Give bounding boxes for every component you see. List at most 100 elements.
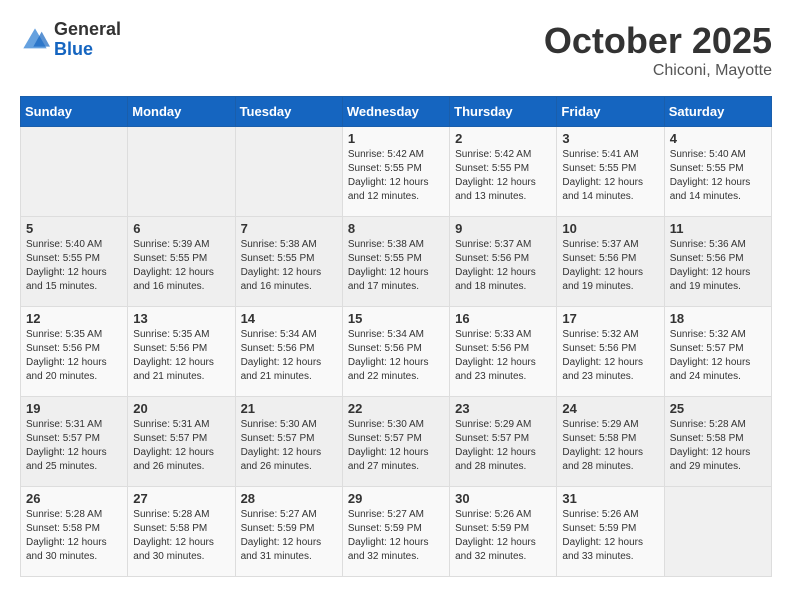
day-number: 29 [348,491,444,506]
day-number: 16 [455,311,551,326]
logo: General Blue [20,20,121,60]
weekday-header: Wednesday [342,97,449,127]
day-number: 26 [26,491,122,506]
day-info: Sunrise: 5:33 AMSunset: 5:56 PMDaylight:… [455,329,536,382]
day-number: 5 [26,221,122,236]
calendar-cell: 30Sunrise: 5:26 AMSunset: 5:59 PMDayligh… [450,487,557,577]
calendar-cell [235,127,342,217]
calendar-cell: 13 Sunrise: 5:35 AMSunset: 5:56 PMDayligh… [128,307,235,397]
day-info: Sunrise: 5:27 AMSunset: 5:59 PMDaylight:… [241,509,322,562]
day-number: 17 [562,311,658,326]
calendar-cell: 5Sunrise: 5:40 AMSunset: 5:55 PMDaylight… [21,217,128,307]
weekday-header: Monday [128,97,235,127]
day-info: Sunrise: 5:30 AMSunset: 5:57 PMDaylight:… [348,419,429,472]
calendar-cell: 27Sunrise: 5:28 AMSunset: 5:58 PMDayligh… [128,487,235,577]
day-info: Sunrise: 5:32 AMSunset: 5:57 PMDaylight:… [670,329,751,382]
day-number: 15 [348,311,444,326]
calendar-week-row: 5Sunrise: 5:40 AMSunset: 5:55 PMDaylight… [21,217,772,307]
day-number: 1 [348,131,444,146]
calendar-cell: 10 Sunrise: 5:37 AMSunset: 5:56 PMDayligh… [557,217,664,307]
day-info: Sunrise: 5:34 AMSunset: 5:56 PMDaylight:… [348,329,429,382]
day-number: 12 [26,311,122,326]
day-number: 10 [562,221,658,236]
day-number: 7 [241,221,337,236]
day-info: Sunrise: 5:39 AMSunset: 5:55 PMDaylight:… [133,239,214,292]
calendar-cell: 28 Sunrise: 5:27 AMSunset: 5:59 PMDayligh… [235,487,342,577]
calendar-cell [128,127,235,217]
day-number: 28 [241,491,337,506]
day-info: Sunrise: 5:41 AMSunset: 5:55 PMDaylight:… [562,149,643,202]
day-number: 14 [241,311,337,326]
day-number: 27 [133,491,229,506]
day-number: 25 [670,401,766,416]
day-info: Sunrise: 5:34 AMSunset: 5:56 PMDaylight:… [241,329,322,382]
day-number: 20 [133,401,229,416]
calendar-cell: 14 Sunrise: 5:34 AMSunset: 5:56 PMDayligh… [235,307,342,397]
calendar-week-row: 1Sunrise: 5:42 AMSunset: 5:55 PMDaylight… [21,127,772,217]
calendar-cell: 8Sunrise: 5:38 AMSunset: 5:55 PMDaylight… [342,217,449,307]
day-info: Sunrise: 5:36 AMSunset: 5:56 PMDaylight:… [670,239,751,292]
day-number: 3 [562,131,658,146]
page-header: General Blue October 2025 Chiconi, Mayot… [20,20,772,80]
day-info: Sunrise: 5:30 AMSunset: 5:57 PMDaylight:… [241,419,322,472]
day-info: Sunrise: 5:35 AMSunset: 5:56 PMDaylight:… [133,329,214,382]
day-number: 24 [562,401,658,416]
calendar-cell: 12 Sunrise: 5:35 AMSunset: 5:56 PMDayligh… [21,307,128,397]
month-title: October 2025 [544,20,772,62]
weekday-header: Sunday [21,97,128,127]
day-info: Sunrise: 5:40 AMSunset: 5:55 PMDaylight:… [670,149,751,202]
day-number: 9 [455,221,551,236]
calendar-cell: 21 Sunrise: 5:30 AMSunset: 5:57 PMDayligh… [235,397,342,487]
calendar-cell: 20 Sunrise: 5:31 AMSunset: 5:57 PMDayligh… [128,397,235,487]
calendar-cell: 6 Sunrise: 5:39 AMSunset: 5:55 PMDaylight… [128,217,235,307]
weekday-header: Saturday [664,97,771,127]
calendar-cell: 26 Sunrise: 5:28 AMSunset: 5:58 PMDayligh… [21,487,128,577]
day-number: 21 [241,401,337,416]
calendar-cell [664,487,771,577]
day-info: Sunrise: 5:29 AMSunset: 5:57 PMDaylight:… [455,419,536,472]
day-info: Sunrise: 5:28 AMSunset: 5:58 PMDaylight:… [670,419,751,472]
calendar-week-row: 26 Sunrise: 5:28 AMSunset: 5:58 PMDayligh… [21,487,772,577]
day-info: Sunrise: 5:37 AMSunset: 5:56 PMDaylight:… [562,239,643,292]
day-info: Sunrise: 5:29 AMSunset: 5:58 PMDaylight:… [562,419,643,472]
calendar-cell: 22 Sunrise: 5:30 AMSunset: 5:57 PMDayligh… [342,397,449,487]
day-number: 18 [670,311,766,326]
calendar-cell: 7 Sunrise: 5:38 AMSunset: 5:55 PMDaylight… [235,217,342,307]
day-info: Sunrise: 5:38 AMSunset: 5:55 PMDaylight:… [348,239,429,292]
calendar-cell: 29 Sunrise: 5:27 AMSunset: 5:59 PMDayligh… [342,487,449,577]
day-info: Sunrise: 5:28 AMSunset: 5:58 PMDaylight:… [26,509,107,562]
logo-blue-text: Blue [54,40,121,60]
day-number: 6 [133,221,229,236]
calendar-table: SundayMondayTuesdayWednesdayThursdayFrid… [20,96,772,577]
weekday-header-row: SundayMondayTuesdayWednesdayThursdayFrid… [21,97,772,127]
calendar-cell: 15 Sunrise: 5:34 AMSunset: 5:56 PMDayligh… [342,307,449,397]
calendar-cell: 16 Sunrise: 5:33 AMSunset: 5:56 PMDayligh… [450,307,557,397]
day-info: Sunrise: 5:26 AMSunset: 5:59 PMDaylight:… [455,509,536,562]
day-info: Sunrise: 5:31 AMSunset: 5:57 PMDaylight:… [133,419,214,472]
location: Chiconi, Mayotte [544,62,772,80]
day-number: 19 [26,401,122,416]
calendar-week-row: 19 Sunrise: 5:31 AMSunset: 5:57 PMDayligh… [21,397,772,487]
day-number: 13 [133,311,229,326]
calendar-cell: 3 Sunrise: 5:41 AMSunset: 5:55 PMDaylight… [557,127,664,217]
calendar-cell [21,127,128,217]
calendar-cell: 23 Sunrise: 5:29 AMSunset: 5:57 PMDayligh… [450,397,557,487]
day-info: Sunrise: 5:32 AMSunset: 5:56 PMDaylight:… [562,329,643,382]
weekday-header: Friday [557,97,664,127]
day-number: 31 [562,491,658,506]
day-info: Sunrise: 5:26 AMSunset: 5:59 PMDaylight:… [562,509,643,562]
day-number: 23 [455,401,551,416]
calendar-cell: 2Sunrise: 5:42 AMSunset: 5:55 PMDaylight… [450,127,557,217]
day-number: 22 [348,401,444,416]
day-info: Sunrise: 5:35 AMSunset: 5:56 PMDaylight:… [26,329,107,382]
day-number: 2 [455,131,551,146]
calendar-week-row: 12 Sunrise: 5:35 AMSunset: 5:56 PMDayligh… [21,307,772,397]
calendar-cell: 18 Sunrise: 5:32 AMSunset: 5:57 PMDayligh… [664,307,771,397]
title-block: October 2025 Chiconi, Mayotte [544,20,772,80]
calendar-cell: 11Sunrise: 5:36 AMSunset: 5:56 PMDayligh… [664,217,771,307]
calendar-cell: 25 Sunrise: 5:28 AMSunset: 5:58 PMDayligh… [664,397,771,487]
day-info: Sunrise: 5:38 AMSunset: 5:55 PMDaylight:… [241,239,322,292]
weekday-header: Tuesday [235,97,342,127]
calendar-cell: 9Sunrise: 5:37 AMSunset: 5:56 PMDaylight… [450,217,557,307]
day-info: Sunrise: 5:27 AMSunset: 5:59 PMDaylight:… [348,509,429,562]
